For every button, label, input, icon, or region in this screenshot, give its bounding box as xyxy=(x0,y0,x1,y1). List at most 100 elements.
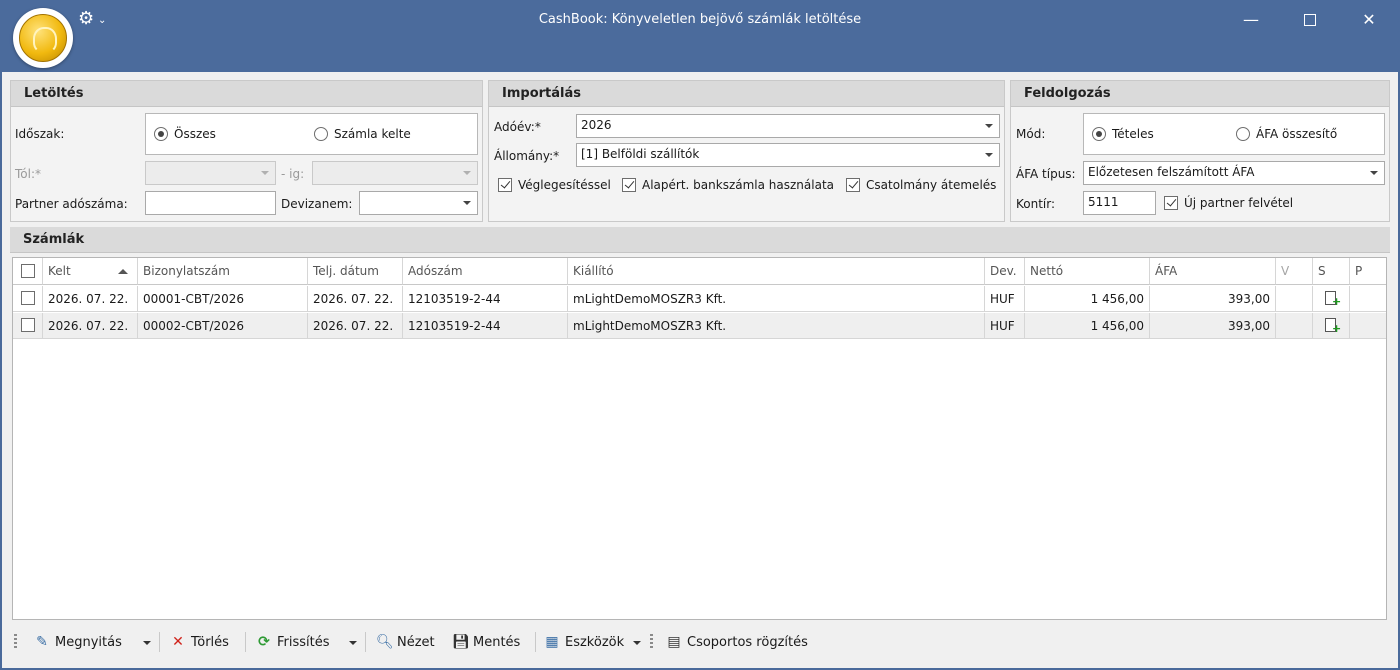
toolbar-grip[interactable] xyxy=(14,634,17,650)
radio-osszes[interactable] xyxy=(154,127,168,141)
col-bizonylatszam[interactable]: Bizonylatszám xyxy=(138,258,308,285)
invoice-grid[interactable]: Kelt Bizonylatszám Telj. dátum Adószám K… xyxy=(12,257,1387,620)
save-icon: 💾︎ xyxy=(452,634,470,650)
close-button[interactable]: ✕ xyxy=(1354,8,1384,32)
radio-afa-osszesito[interactable] xyxy=(1236,127,1250,141)
chevron-down-icon xyxy=(985,153,993,157)
uj-partner-checkbox[interactable] xyxy=(1164,196,1178,210)
csatolmany-atemeles-label[interactable]: Csatolmány átemelés xyxy=(866,178,996,192)
nezet-button[interactable]: 🔍︎ Nézet xyxy=(376,631,435,653)
mod-label: Mód: xyxy=(1016,127,1046,141)
alapert-bankszamla-checkbox[interactable] xyxy=(622,178,636,192)
tools-grid-icon: ▦ xyxy=(545,634,559,650)
cell-bizonylatszam: 00001-CBT/2026 xyxy=(138,286,308,312)
row-checkbox[interactable] xyxy=(21,318,35,332)
csoportos-rogzites-button[interactable]: ▤ Csoportos rögzítés xyxy=(666,631,808,653)
radio-osszes-label[interactable]: Összes xyxy=(174,127,216,141)
megnyitas-dropdown-icon[interactable] xyxy=(143,641,151,645)
col-adoszam[interactable]: Adószám xyxy=(403,258,568,285)
cell-netto: 1 456,00 xyxy=(1025,313,1150,339)
chevron-down-icon xyxy=(1370,171,1378,175)
cell-dev: HUF xyxy=(985,286,1025,312)
idoszak-label: Időszak: xyxy=(15,127,65,141)
table-row[interactable]: 2026. 07. 22. 00002-CBT/2026 2026. 07. 2… xyxy=(13,313,1386,339)
col-telj-datum[interactable]: Telj. dátum xyxy=(308,258,403,285)
kontir-input[interactable]: 5111 xyxy=(1083,191,1156,215)
veglegesitessel-checkbox[interactable] xyxy=(498,178,512,192)
col-v[interactable]: V xyxy=(1276,258,1313,285)
partner-adoszama-input[interactable] xyxy=(145,191,276,215)
veglegesitessel-label[interactable]: Véglegesítéssel xyxy=(518,178,611,192)
eszkozok-dropdown-icon[interactable] xyxy=(633,641,641,645)
cell-bizonylatszam: 00002-CBT/2026 xyxy=(138,313,308,339)
cell-s xyxy=(1313,286,1350,312)
delete-x-icon: ✕ xyxy=(172,634,184,650)
cell-telj-datum: 2026. 07. 22. xyxy=(308,286,403,312)
devizanem-combo[interactable] xyxy=(359,191,478,215)
col-kiallito[interactable]: Kiállító xyxy=(568,258,985,285)
cell-v xyxy=(1276,286,1313,312)
letoltes-header: Letöltés xyxy=(11,81,482,107)
client-area: Letöltés Időszak: Összes Számla kelte Tó… xyxy=(2,72,1398,668)
frissites-dropdown-icon[interactable] xyxy=(349,641,357,645)
col-dev[interactable]: Dev. xyxy=(985,258,1025,285)
devizanem-label: Devizanem: xyxy=(281,197,353,211)
adoev-combo[interactable]: 2026 xyxy=(576,114,1000,138)
cell-adoszam: 12103519-2-44 xyxy=(403,313,568,339)
batch-save-icon: ▤ xyxy=(667,634,681,650)
col-s[interactable]: S xyxy=(1313,258,1350,285)
add-document-icon[interactable] xyxy=(1325,291,1341,307)
cell-kiallito: mLightDemoMOSZR3 Kft. xyxy=(568,286,985,312)
maximize-button[interactable] xyxy=(1295,8,1325,32)
cell-p xyxy=(1350,286,1386,312)
chevron-down-icon xyxy=(985,124,993,128)
minimize-button[interactable]: — xyxy=(1236,8,1266,32)
table-row[interactable]: 2026. 07. 22. 00001-CBT/2026 2026. 07. 2… xyxy=(13,286,1386,312)
cell-kiallito: mLightDemoMOSZR3 Kft. xyxy=(568,313,985,339)
cell-s xyxy=(1313,313,1350,339)
toolbar-grip[interactable] xyxy=(650,634,653,650)
ig-date-combo[interactable] xyxy=(312,161,478,185)
uj-partner-label[interactable]: Új partner felvétel xyxy=(1184,196,1293,210)
add-document-icon[interactable] xyxy=(1325,318,1341,334)
radio-teteles-label[interactable]: Tételes xyxy=(1112,127,1154,141)
cell-afa: 393,00 xyxy=(1150,286,1276,312)
col-netto[interactable]: Nettó xyxy=(1025,258,1150,285)
chevron-down-icon xyxy=(463,171,471,175)
afa-tipus-label: ÁFA típus: xyxy=(1016,167,1076,181)
select-all-header xyxy=(13,258,43,285)
maximize-icon xyxy=(1304,14,1316,26)
window-title: CashBook: Könyveletlen bejövő számlák le… xyxy=(538,12,862,27)
cell-v xyxy=(1276,313,1313,339)
select-all-checkbox[interactable] xyxy=(21,264,35,278)
radio-szamla-kelte[interactable] xyxy=(314,127,328,141)
cell-dev: HUF xyxy=(985,313,1025,339)
alapert-bankszamla-label[interactable]: Alapért. bankszámla használata xyxy=(642,178,834,192)
radio-teteles[interactable] xyxy=(1092,127,1106,141)
afa-tipus-combo[interactable]: Előzetesen felszámított ÁFA xyxy=(1083,161,1385,185)
eszkozok-button[interactable]: ▦ Eszközök xyxy=(544,631,624,653)
cell-adoszam: 12103519-2-44 xyxy=(403,286,568,312)
mentes-button[interactable]: 💾︎ Mentés xyxy=(452,631,520,653)
chevron-down-icon xyxy=(463,201,471,205)
col-p[interactable]: P xyxy=(1350,258,1386,285)
megnyitas-button[interactable]: ✎ Megnyitás xyxy=(34,631,122,653)
szamlak-header: Számlák xyxy=(10,227,1390,253)
importalas-header: Importálás xyxy=(489,81,1004,107)
letoltes-group: Letöltés Időszak: Összes Számla kelte Tó… xyxy=(10,80,483,222)
allomany-combo[interactable]: [1] Belföldi szállítók xyxy=(576,143,1000,167)
radio-szamla-kelte-label[interactable]: Számla kelte xyxy=(334,127,411,141)
csatolmany-atemeles-checkbox[interactable] xyxy=(846,178,860,192)
ig-label: - ig: xyxy=(281,167,305,181)
col-afa[interactable]: ÁFA xyxy=(1150,258,1276,285)
cell-kelt: 2026. 07. 22. xyxy=(43,286,138,312)
partner-adoszama-label: Partner adószáma: xyxy=(15,197,128,211)
idoszak-radio-group: Összes Számla kelte xyxy=(145,113,478,155)
tol-date-combo[interactable] xyxy=(145,161,276,185)
radio-afa-osszesito-label[interactable]: ÁFA összesítő xyxy=(1256,127,1337,141)
frissites-button[interactable]: ⟳ Frissítés xyxy=(256,631,329,653)
bottom-toolbar: ✎ Megnyitás ✕ Törlés ⟳ Frissítés 🔍︎ Nézet 💾︎… xyxy=(2,628,1398,656)
feldolgozas-group: Feldolgozás Mód: Tételes ÁFA összesítő Á… xyxy=(1010,80,1390,222)
row-checkbox[interactable] xyxy=(21,291,35,305)
torles-button[interactable]: ✕ Törlés xyxy=(170,631,229,653)
